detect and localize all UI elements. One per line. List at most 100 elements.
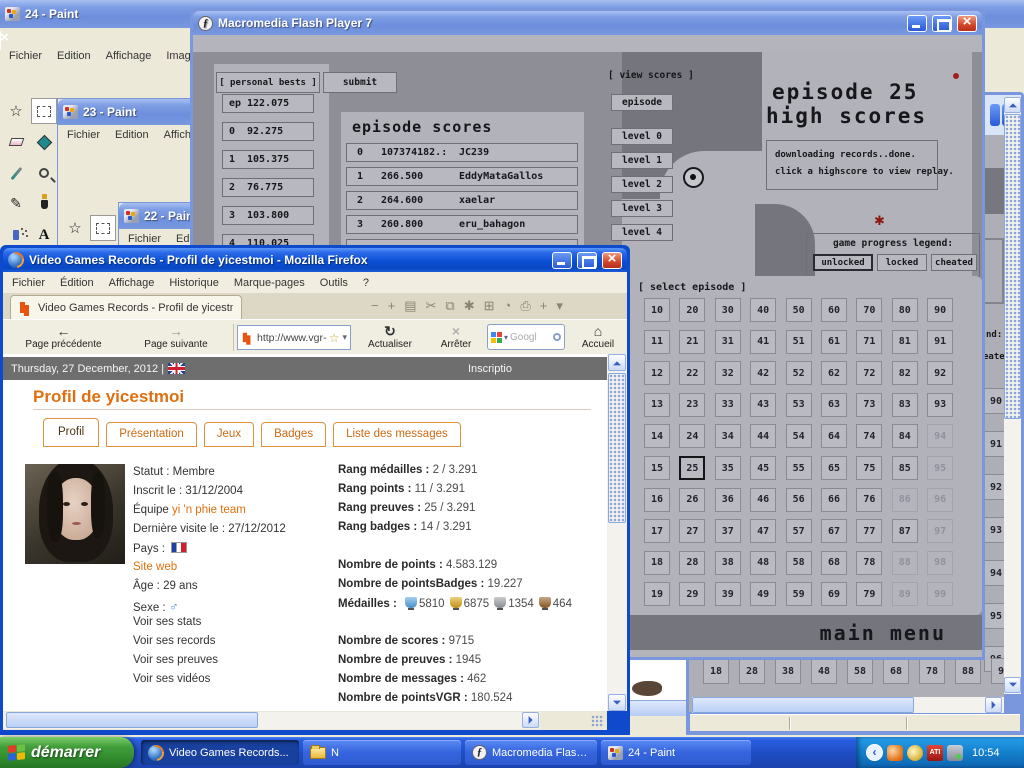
episode-cell[interactable]: 90 [927,298,954,322]
episode-cell[interactable]: 56 [785,487,812,512]
episode-cell[interactable]: 39 [714,582,741,607]
profile-action-link[interactable]: Voir ses stats [133,616,218,635]
history-icon[interactable]: ◔ [504,298,512,314]
taskbar-button-paint[interactable]: 24 - Paint [601,740,751,765]
browser-tab[interactable]: Video Games Records - Profil de yicestmo… [10,295,242,319]
episode-cell[interactable]: 11 [644,329,670,354]
scroll-down-arrow[interactable] [608,694,626,711]
select-tool[interactable] [31,98,57,124]
episode-cell[interactable]: 65 [821,456,847,480]
episode-cell-fragment[interactable]: 92 [984,474,1004,500]
freeform-select-tool[interactable] [62,215,88,241]
episode-cell[interactable]: 46 [750,487,777,512]
episode-cell[interactable]: 58 [785,550,812,575]
episode-cell[interactable]: 70 [856,298,883,322]
episode-cell-fragment[interactable]: 58 [847,658,873,684]
episode-cell[interactable]: 42 [750,361,777,386]
episode-cell[interactable]: 50 [785,298,812,322]
episode-cell[interactable]: 20 [679,298,706,322]
search-tray-icon[interactable] [907,744,923,761]
episode-cell[interactable]: 21 [679,329,706,354]
episode-cell[interactable]: 99 [927,582,954,607]
episode-cell[interactable]: 49 [750,582,777,607]
episode-cell[interactable]: 24 [679,424,706,449]
tray-chevron-icon[interactable]: ‹ [866,744,883,761]
episode-cell[interactable]: 85 [891,456,918,480]
profile-tab-liste-des-messages[interactable]: Liste des messages [333,422,461,447]
scroll-up-arrow[interactable] [608,354,626,371]
episode-cell-fragment[interactable]: 28 [739,658,765,684]
episode-cell[interactable]: 16 [644,487,670,512]
main-menu-button[interactable]: main menu [820,621,946,645]
episode-cell[interactable]: 95 [927,456,954,480]
firefox-vertical-scrollbar[interactable] [607,354,627,711]
episode-cell[interactable]: 86 [891,487,918,512]
legend-unlocked-button[interactable]: unlocked [813,254,873,271]
episode-cell[interactable]: 32 [714,361,741,386]
legend-locked-button[interactable]: locked [877,254,927,271]
forward-button[interactable]: → Page suivante [123,322,229,353]
episode-cell[interactable]: 88 [891,550,918,575]
episode-cell-fragment[interactable]: 90 [984,388,1004,414]
scroll-thumb[interactable] [692,697,914,713]
pencil-tool[interactable] [3,191,29,217]
episode-cell-fragment[interactable]: 93 [984,517,1004,543]
view-scores-button[interactable]: level 2 [611,176,673,193]
profile-link[interactable]: Site web [133,561,177,573]
episode-cell[interactable]: 36 [714,487,741,512]
scroll-thumb[interactable] [1004,114,1021,419]
episode-cell[interactable]: 98 [927,550,954,575]
flash-maximize-button[interactable] [932,14,952,32]
menu-item[interactable]: Edition [115,129,149,141]
eyedropper-tool[interactable] [3,160,29,186]
episode-score-row[interactable]: 3 260.800 eru_bahagon [346,215,578,234]
episode-cell[interactable]: 96 [927,487,954,512]
legend-cheated-button[interactable]: cheated [931,254,977,271]
firefox-minimize-button[interactable] [552,251,572,269]
scroll-right-arrow[interactable] [522,712,539,728]
firefox-titlebar[interactable]: Video Games Records - Profil de yicestmo… [3,248,627,272]
magnifier-tool[interactable] [31,160,57,186]
personal-best-row[interactable]: 0 92.275 [222,122,314,141]
menu-item[interactable]: Affichage [109,277,155,289]
episode-cell[interactable]: 62 [821,361,847,386]
flash2-horizontal-scrollbar[interactable] [692,697,1004,713]
episode-cell[interactable]: 41 [750,329,777,354]
episode-cell[interactable]: 93 [927,392,954,417]
url-bar[interactable]: http://www.vgr- ☆ ▾ [237,325,351,350]
scroll-thumb[interactable] [6,712,258,728]
episode-cell[interactable]: 73 [856,392,883,417]
search-dropdown-icon[interactable]: ▾ [504,333,508,342]
flash-close-button[interactable] [957,13,977,32]
episode-cell[interactable]: 76 [856,487,883,512]
episode-cell[interactable]: 35 [714,456,741,480]
episode-cell[interactable]: 22 [679,361,706,386]
menu-item[interactable]: Marque-pages [234,277,305,289]
episode-score-row[interactable]: 1 266.500 EddyMataGallos [346,167,578,186]
episode-cell-fragment[interactable]: 38 [775,658,801,684]
profile-tab-pr-sentation[interactable]: Présentation [106,422,197,447]
episode-cell[interactable]: 57 [785,519,812,544]
submit-button[interactable]: submit [323,72,397,93]
eraser-tool[interactable] [3,129,29,155]
firefox-maximize-button[interactable] [577,251,597,269]
episode-cell[interactable]: 61 [821,329,847,354]
episode-cell[interactable]: 31 [714,329,741,354]
episode-cell[interactable]: 87 [891,519,918,544]
scroll-right-arrow[interactable] [985,697,1002,713]
episode-cell[interactable]: 55 [785,456,812,480]
scroll-thumb[interactable] [608,373,626,523]
flash-titlebar[interactable]: ƒ Macromedia Flash Player 7 [193,11,982,35]
episode-cell[interactable]: 80 [891,298,918,322]
episode-cell-fragment[interactable]: 68 [883,658,909,684]
view-scores-button[interactable]: level 3 [611,200,673,217]
episode-cell[interactable]: 84 [891,424,918,449]
site-inscription-link[interactable]: Inscriptio [468,363,512,375]
profile-action-link[interactable]: Voir ses preuves [133,654,218,673]
menu-item[interactable]: ? [363,277,369,289]
episode-cell[interactable]: 13 [644,392,670,417]
episode-cell[interactable]: 54 [785,424,812,449]
status-tray-icon[interactable] [947,744,963,761]
episode-cell[interactable]: 48 [750,550,777,575]
episode-cell[interactable]: 38 [714,550,741,575]
